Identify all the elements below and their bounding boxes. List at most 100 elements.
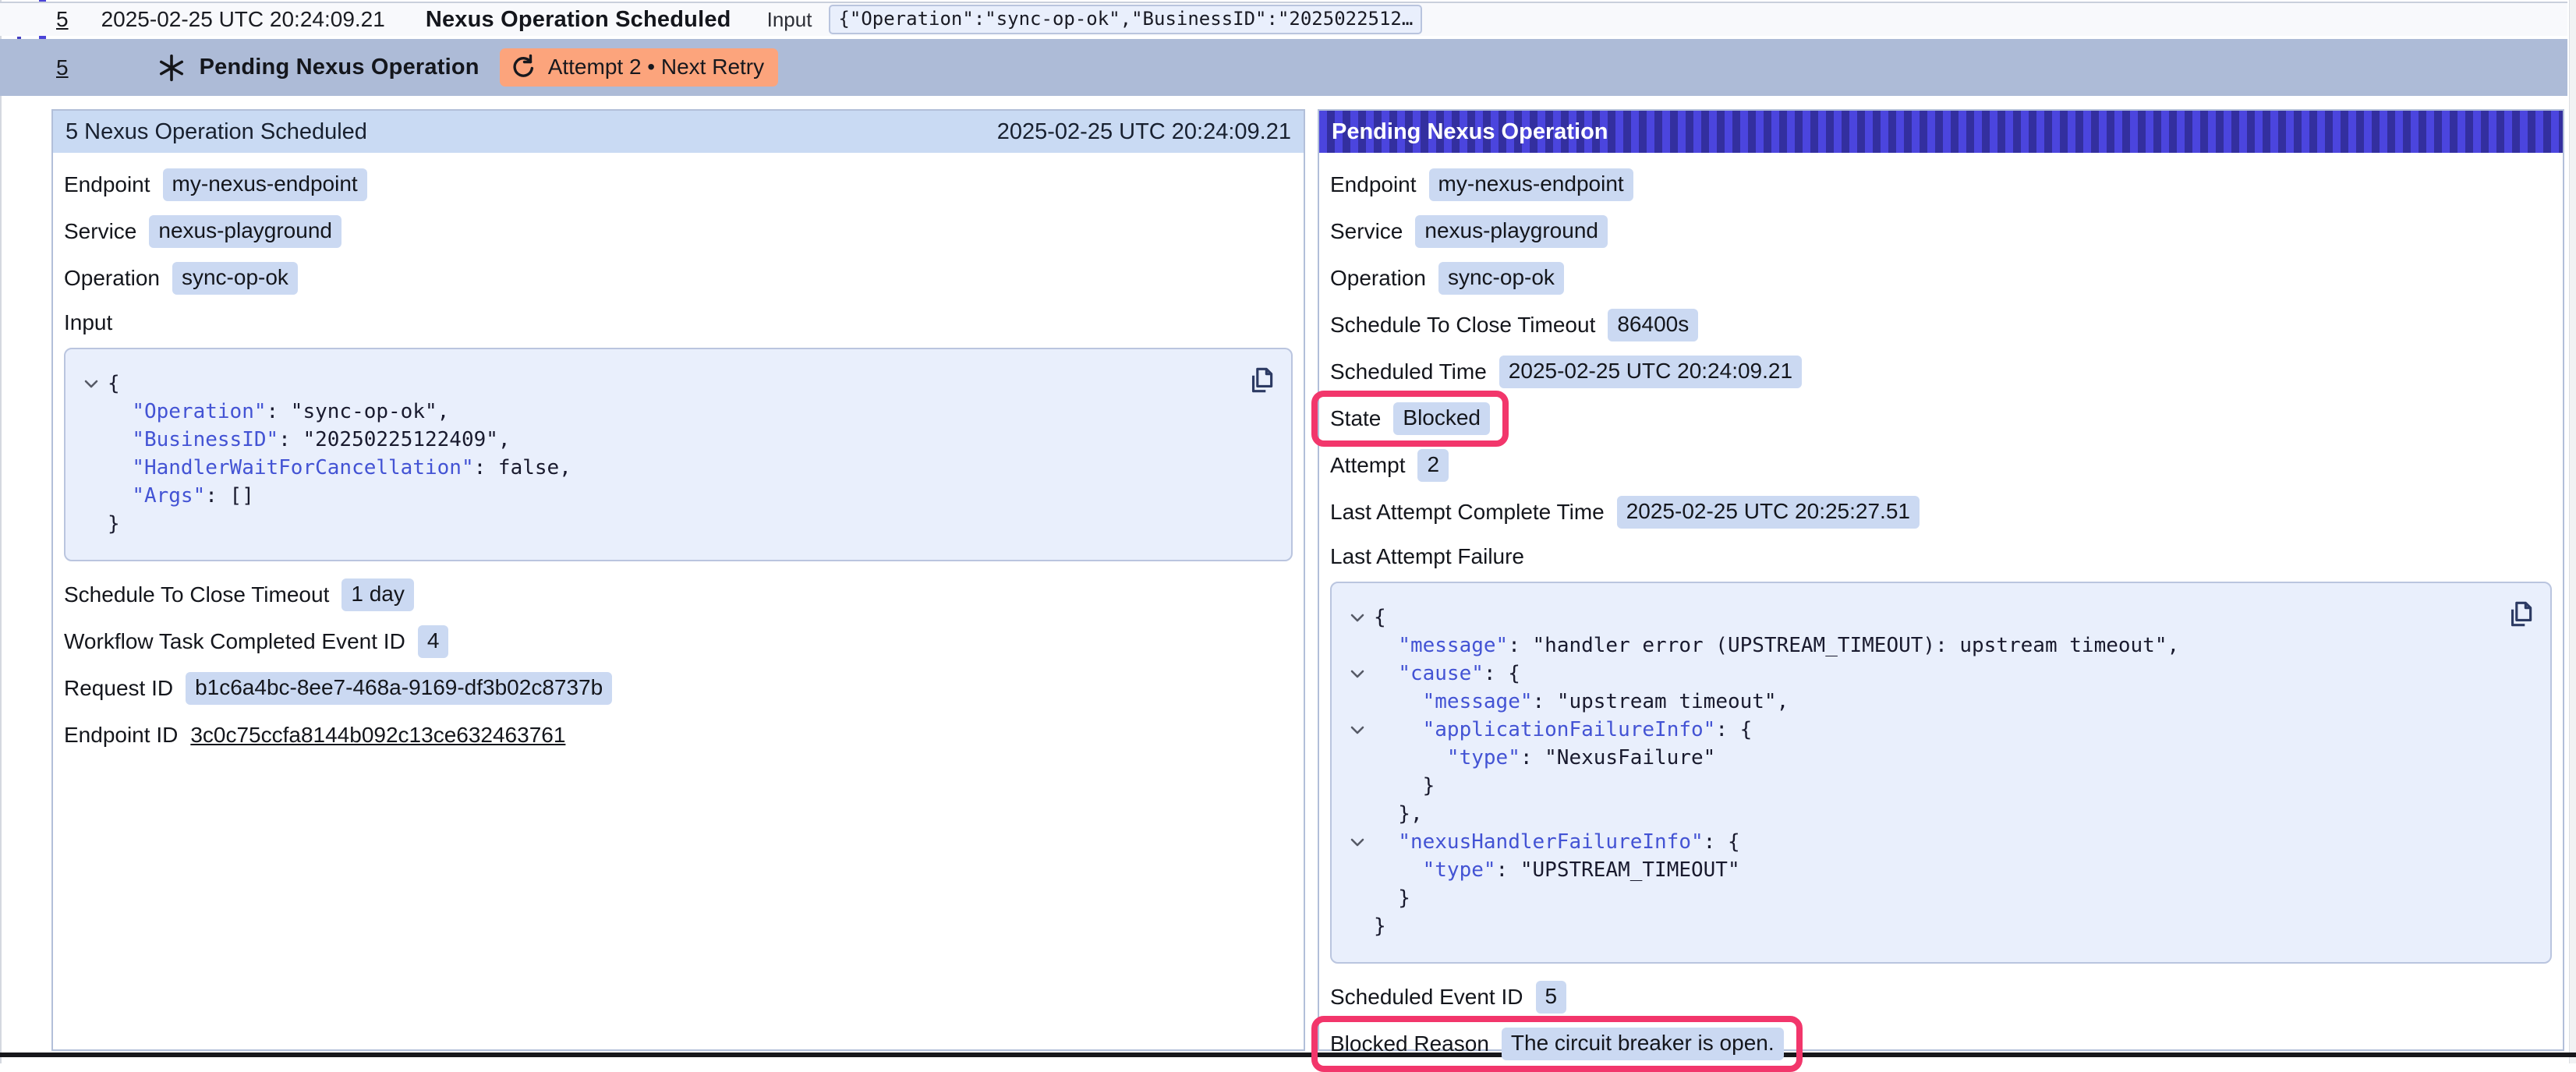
code-gutter bbox=[1341, 856, 1374, 884]
field-value-badge: 2025-02-25 UTC 20:25:27.51 bbox=[1617, 496, 1920, 529]
code-gutter bbox=[1341, 744, 1374, 772]
json-code: { "Operation": "sync-op-ok", "BusinessID… bbox=[75, 370, 1229, 538]
field-row: Scheduled Event ID 5 bbox=[1330, 982, 2552, 1012]
field-label: Schedule To Close Timeout bbox=[64, 582, 329, 607]
input-section-label: Input bbox=[64, 310, 1293, 335]
code-gutter bbox=[1341, 800, 1374, 828]
panel-body: Endpointmy-nexus-endpointServicenexus-pl… bbox=[53, 153, 1304, 750]
collapse-chevron-icon[interactable] bbox=[1341, 603, 1374, 632]
field-group: Endpointmy-nexus-endpointServicenexus-pl… bbox=[64, 170, 1293, 293]
event-title: Nexus Operation Scheduled bbox=[426, 7, 731, 33]
highlight-box: Blocked ReasonThe circuit breaker is ope… bbox=[1311, 1016, 1803, 1072]
field-value-badge: nexus-playground bbox=[149, 215, 341, 248]
field-label: Operation bbox=[1330, 266, 1426, 291]
history-row-nexus-operation-scheduled[interactable]: 5 2025-02-25 UTC 20:24:09.21 Nexus Opera… bbox=[0, 2, 2567, 36]
copy-icon[interactable] bbox=[2503, 597, 2536, 630]
field-row: Schedule To Close Timeout 1 day bbox=[64, 580, 1293, 610]
field-value-badge: 2 bbox=[1417, 449, 1449, 482]
code-gutter bbox=[1341, 772, 1374, 800]
code-gutter bbox=[75, 510, 108, 538]
field-label: Last Attempt Complete Time bbox=[1330, 500, 1605, 525]
field-value-badge: 4 bbox=[418, 625, 449, 658]
code-text: } bbox=[1374, 772, 1435, 800]
failure-json-block: { "message": "handler error (UPSTREAM_TI… bbox=[1330, 582, 2552, 964]
code-text: } bbox=[108, 510, 120, 538]
event-detail-panel-scheduled: 5 Nexus Operation Scheduled 2025-02-25 U… bbox=[51, 109, 1305, 1051]
field-value-badge: 2025-02-25 UTC 20:24:09.21 bbox=[1499, 356, 1802, 388]
input-inline-label: Input bbox=[767, 8, 812, 32]
field-value-badge: 1 day bbox=[341, 578, 414, 611]
code-line: "Args": [] bbox=[75, 482, 1229, 510]
collapse-chevron-icon[interactable] bbox=[75, 370, 108, 398]
field-row: Blocked ReasonThe circuit breaker is ope… bbox=[1330, 1029, 2552, 1059]
code-text: "cause": { bbox=[1374, 660, 1520, 688]
field-value-badge: my-nexus-endpoint bbox=[163, 168, 367, 201]
failure-section-label: Last Attempt Failure bbox=[1330, 544, 2552, 569]
field-row: Endpointmy-nexus-endpoint bbox=[1330, 170, 2552, 200]
code-text: "type": "NexusFailure" bbox=[1374, 744, 1715, 772]
code-text: "nexusHandlerFailureInfo": { bbox=[1374, 828, 1740, 856]
code-text: }, bbox=[1374, 800, 1423, 828]
event-id-link[interactable]: 5 bbox=[56, 7, 69, 32]
field-row: Servicenexus-playground bbox=[1330, 217, 2552, 246]
highlight-box: State Blocked bbox=[1311, 391, 1509, 447]
retry-icon bbox=[511, 54, 536, 80]
field-label: Scheduled Event ID bbox=[1330, 985, 1523, 1010]
field-group: Endpointmy-nexus-endpoint Servicenexus-pl… bbox=[1330, 170, 2552, 527]
history-row-pending-nexus-operation[interactable]: 5 Pending Nexus Operation Attempt 2 • Ne… bbox=[0, 39, 2567, 96]
code-line: { bbox=[75, 370, 1229, 398]
code-line: } bbox=[75, 510, 1229, 538]
code-gutter bbox=[75, 482, 108, 510]
field-row: Endpoint ID 3c0c75ccfa8144b092c13ce632463… bbox=[64, 720, 1293, 750]
field-value-badge: sync-op-ok bbox=[172, 262, 298, 295]
field-label: Operation bbox=[64, 266, 160, 291]
code-gutter bbox=[1341, 884, 1374, 912]
field-value-badge: Blocked bbox=[1393, 402, 1490, 435]
event-timestamp: 2025-02-25 UTC 20:24:09.21 bbox=[101, 7, 385, 32]
input-json-block: { "Operation": "sync-op-ok", "BusinessID… bbox=[64, 348, 1293, 561]
pending-sparkle-icon bbox=[157, 54, 186, 82]
field-row: Request IDb1c6a4bc-8ee7-468a-9169-df3b02… bbox=[64, 674, 1293, 703]
field-row: Last Attempt Complete Time 2025-02-25 UTC… bbox=[1330, 497, 2552, 527]
field-value-badge: nexus-playground bbox=[1415, 215, 1608, 248]
field-value-link[interactable]: 3c0c75ccfa8144b092c13ce632463761 bbox=[190, 723, 565, 748]
panel-timestamp: 2025-02-25 UTC 20:24:09.21 bbox=[997, 119, 1291, 145]
copy-icon[interactable] bbox=[1244, 363, 1277, 396]
code-text: { bbox=[108, 370, 120, 398]
code-line: { bbox=[1341, 603, 2488, 632]
retry-badge-label: Attempt 2 • Next Retry bbox=[548, 55, 764, 80]
panel-body: Endpointmy-nexus-endpoint Servicenexus-pl… bbox=[1319, 153, 2563, 1059]
pending-operation-panel: Pending Nexus Operation Endpointmy-nexus… bbox=[1318, 109, 2564, 1051]
code-text: "message": "handler error (UPSTREAM_TIME… bbox=[1374, 632, 2179, 660]
field-label: Scheduled Time bbox=[1330, 359, 1487, 384]
collapse-chevron-icon[interactable] bbox=[1341, 828, 1374, 856]
field-group: Scheduled Event ID 5 Blocked ReasonThe cir… bbox=[1330, 982, 2552, 1059]
code-line: } bbox=[1341, 884, 2488, 912]
field-value-badge: 86400s bbox=[1608, 309, 1698, 341]
field-label: State bbox=[1330, 406, 1381, 431]
code-line: "Operation": "sync-op-ok", bbox=[75, 398, 1229, 426]
scrollbar-track[interactable] bbox=[2569, 0, 2576, 1063]
field-label: Endpoint ID bbox=[64, 723, 178, 748]
event-id-link[interactable]: 5 bbox=[56, 55, 69, 80]
panel-title: Pending Nexus Operation bbox=[1332, 119, 1608, 145]
code-text: "Args": [] bbox=[108, 482, 254, 510]
code-gutter bbox=[75, 426, 108, 454]
collapse-chevron-icon[interactable] bbox=[1341, 716, 1374, 744]
panel-title: 5 Nexus Operation Scheduled bbox=[65, 119, 367, 145]
field-label: Request ID bbox=[64, 676, 173, 701]
field-row: State Blocked bbox=[1330, 404, 2552, 433]
panel-header-striped: Pending Nexus Operation bbox=[1319, 111, 2563, 153]
input-preview-chip[interactable]: {"Operation":"sync-op-ok","BusinessID":"… bbox=[829, 5, 1422, 34]
retry-status-badge: Attempt 2 • Next Retry bbox=[500, 48, 778, 87]
field-group: Schedule To Close Timeout 1 day Workflow T… bbox=[64, 580, 1293, 750]
field-row: Workflow Task Completed Event ID4 bbox=[64, 627, 1293, 656]
code-gutter bbox=[75, 454, 108, 482]
field-value-badge: 5 bbox=[1536, 981, 1567, 1014]
panel-header: 5 Nexus Operation Scheduled 2025-02-25 U… bbox=[53, 111, 1304, 153]
field-value-badge: sync-op-ok bbox=[1438, 262, 1564, 295]
code-text: "HandlerWaitForCancellation": false, bbox=[108, 454, 571, 482]
code-line: } bbox=[1341, 772, 2488, 800]
collapse-chevron-icon[interactable] bbox=[1341, 660, 1374, 688]
field-label: Endpoint bbox=[1330, 172, 1417, 197]
